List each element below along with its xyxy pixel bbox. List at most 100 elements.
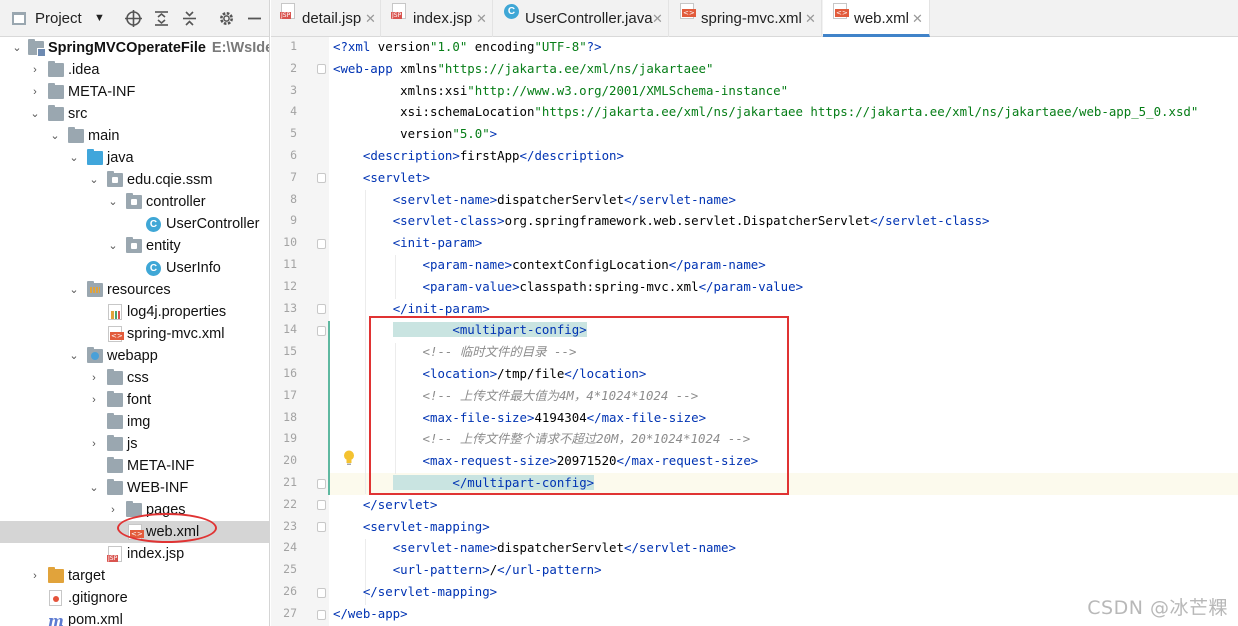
package-icon	[126, 237, 142, 253]
tree-item-img[interactable]: img	[0, 411, 269, 433]
close-icon[interactable]: ✕	[365, 0, 376, 37]
tree-item-src[interactable]: ⌄ src	[0, 103, 269, 125]
tree-item-pom-xml[interactable]: pom.xml	[0, 609, 269, 626]
tab-detail-jsp[interactable]: detail.jsp ✕	[271, 0, 381, 37]
chevron-right-icon[interactable]: ›	[28, 81, 42, 103]
chevron-right-icon[interactable]: ›	[87, 367, 101, 389]
hide-panel-icon[interactable]	[245, 9, 264, 28]
tree-item-package-edu-cqie-ssm[interactable]: ⌄ edu.cqie.ssm	[0, 169, 269, 191]
chevron-down-icon[interactable]: ⌄	[87, 477, 101, 499]
tree-item-gitignore[interactable]: .gitignore	[0, 587, 269, 609]
tree-item-main[interactable]: ⌄ main	[0, 125, 269, 147]
code-line[interactable]: <servlet-class>org.springframework.web.s…	[333, 210, 990, 232]
tree-item-js[interactable]: › js	[0, 433, 269, 455]
code-line[interactable]: <servlet-name>dispatcherServlet</servlet…	[333, 537, 736, 559]
chevron-down-icon[interactable]: ⌄	[67, 147, 81, 169]
line-number: 26	[283, 584, 297, 598]
properties-file-icon	[108, 304, 122, 320]
tab-web-xml[interactable]: web.xml ✕	[823, 0, 930, 37]
change-marker	[328, 321, 330, 495]
close-icon[interactable]: ✕	[805, 0, 816, 37]
lightbulb-icon[interactable]	[343, 450, 355, 465]
collapse-all-icon[interactable]	[180, 9, 199, 28]
fold-marker[interactable]	[317, 239, 326, 249]
chevron-down-icon[interactable]: ⌄	[106, 235, 120, 257]
annotation-circle-web-xml	[117, 513, 217, 543]
fold-marker[interactable]	[317, 173, 326, 183]
tab-spring-mvc-xml[interactable]: spring-mvc.xml ✕	[670, 0, 822, 37]
code-line[interactable]: xsi:schemaLocation"https://jakarta.ee/xm…	[333, 101, 1198, 123]
code-line[interactable]: <servlet>	[333, 167, 430, 189]
code-line[interactable]: <web-app xmlns"https://jakarta.ee/xml/ns…	[333, 58, 713, 80]
chevron-down-icon[interactable]: ⌄	[87, 169, 101, 191]
code-line[interactable]: <servlet-name>dispatcherServlet</servlet…	[333, 189, 736, 211]
tree-item-project-root[interactable]: ⌄ SpringMVCOperateFile E:\WsIdea	[0, 37, 269, 59]
tree-item-package-controller[interactable]: ⌄ controller	[0, 191, 269, 213]
fold-marker[interactable]	[317, 64, 326, 74]
tree-item-web-inf[interactable]: ⌄ WEB-INF	[0, 477, 269, 499]
code-line[interactable]: <url-pattern>/</url-pattern>	[333, 559, 602, 581]
code-line[interactable]: <param-name>contextConfigLocation</param…	[333, 254, 766, 276]
close-icon[interactable]: ✕	[476, 0, 487, 37]
view-dropdown-icon[interactable]: ▼	[94, 0, 105, 37]
jsp-file-icon	[391, 3, 406, 19]
chevron-right-icon[interactable]: ›	[87, 389, 101, 411]
chevron-right-icon[interactable]: ›	[106, 499, 120, 521]
code-line[interactable]: <description>firstApp</description>	[333, 145, 624, 167]
code-line[interactable]: </servlet-mapping>	[333, 581, 497, 603]
code-line[interactable]: <servlet-mapping>	[333, 516, 490, 538]
chevron-down-icon[interactable]: ⌄	[48, 125, 62, 147]
tree-item-meta-inf[interactable]: › META-INF	[0, 81, 269, 103]
fold-marker[interactable]	[317, 326, 326, 336]
tab-usercontroller-java[interactable]: UserController.java ✕	[494, 0, 669, 37]
code-line[interactable]: </servlet>	[333, 494, 438, 516]
locate-icon[interactable]	[124, 9, 143, 28]
chevron-down-icon[interactable]: ⌄	[10, 37, 24, 59]
fold-marker[interactable]	[317, 304, 326, 314]
code-line[interactable]: </web-app>	[333, 603, 408, 625]
tree-item-log4j-properties[interactable]: log4j.properties	[0, 301, 269, 323]
tree-item-resources[interactable]: ⌄ resources	[0, 279, 269, 301]
fold-marker[interactable]	[317, 500, 326, 510]
expand-all-icon[interactable]	[152, 9, 171, 28]
fold-marker[interactable]	[317, 522, 326, 532]
chevron-down-icon[interactable]: ⌄	[67, 345, 81, 367]
tree-item-index-jsp[interactable]: index.jsp	[0, 543, 269, 565]
fold-marker[interactable]	[317, 588, 326, 598]
tree-item-font[interactable]: › font	[0, 389, 269, 411]
chevron-right-icon[interactable]: ›	[87, 433, 101, 455]
tree-item-package-entity[interactable]: ⌄ entity	[0, 235, 269, 257]
tree-item-java[interactable]: ⌄ java	[0, 147, 269, 169]
tree-item-webapp[interactable]: ⌄ webapp	[0, 345, 269, 367]
tree-item-userinfo[interactable]: UserInfo	[0, 257, 269, 279]
tree-item-webapp-meta-inf[interactable]: META-INF	[0, 455, 269, 477]
chevron-right-icon[interactable]: ›	[28, 565, 42, 587]
code-line[interactable]: version"5.0">	[333, 123, 497, 145]
code-line[interactable]: <?xml version"1.0" encoding"UTF-8"?>	[333, 36, 602, 58]
tab-index-jsp[interactable]: index.jsp ✕	[382, 0, 493, 37]
close-icon[interactable]: ✕	[912, 0, 923, 37]
tree-item-css[interactable]: › css	[0, 367, 269, 389]
folder-icon	[68, 127, 84, 143]
code-line[interactable]: <init-param>	[333, 232, 483, 254]
tab-label: UserController.java	[525, 10, 653, 27]
line-number: 25	[283, 562, 297, 577]
tree-item-spring-mvc-xml[interactable]: spring-mvc.xml	[0, 323, 269, 345]
close-icon[interactable]: ✕	[652, 0, 663, 37]
chevron-down-icon[interactable]: ⌄	[106, 191, 120, 213]
chevron-down-icon[interactable]: ⌄	[28, 103, 42, 125]
code-line[interactable]: xmlns:xsi"http://www.w3.org/2001/XMLSche…	[333, 80, 788, 102]
chevron-right-icon[interactable]: ›	[28, 59, 42, 81]
code-line[interactable]: <param-value>classpath:spring-mvc.xml</p…	[333, 276, 804, 298]
tree-item-usercontroller[interactable]: UserController	[0, 213, 269, 235]
project-view-icon	[12, 12, 26, 25]
fold-marker[interactable]	[317, 610, 326, 620]
tree-label: js	[127, 436, 138, 452]
tree-item-idea[interactable]: › .idea	[0, 59, 269, 81]
chevron-down-icon[interactable]: ⌄	[67, 279, 81, 301]
project-view-title[interactable]: Project	[35, 0, 82, 37]
tree-item-target[interactable]: › target	[0, 565, 269, 587]
settings-gear-icon[interactable]	[217, 9, 236, 28]
fold-marker[interactable]	[317, 479, 326, 489]
line-number: 21	[283, 475, 297, 489]
